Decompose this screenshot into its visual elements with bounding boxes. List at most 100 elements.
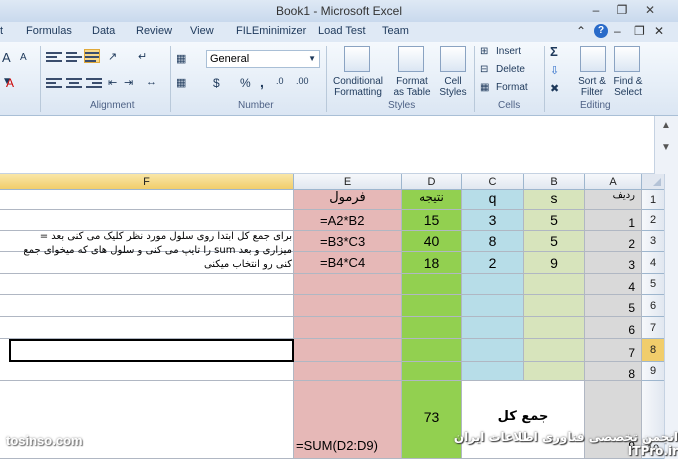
cell-d7[interactable] [402,317,462,339]
cell-b3[interactable]: 5 [524,231,585,252]
window-minimize-icon[interactable]: – [614,24,621,38]
align-right-icon[interactable] [86,76,102,90]
decrease-indent-icon[interactable]: ⇤ [108,76,117,89]
cell-e10[interactable]: =SUM(D2:D9) [294,381,402,459]
format-as-table-icon[interactable] [398,46,424,72]
close-button[interactable]: ✕ [640,2,660,19]
row-header-3[interactable]: 3 [642,231,664,252]
cell-e9[interactable] [294,362,402,381]
autosum-icon[interactable]: Σ [550,44,558,59]
percent-button[interactable]: % [240,76,251,90]
tab-partial[interactable]: t [0,25,3,37]
minimize-ribbon-icon[interactable]: ⌃ [576,24,586,38]
tab-fileminimizer[interactable]: FILEminimizer [236,25,306,37]
select-all-corner[interactable] [642,174,664,190]
restore-button[interactable]: ❐ [612,2,632,19]
cell-d6[interactable] [402,295,462,317]
cell-d9[interactable] [402,362,462,381]
window-restore-icon[interactable]: ❐ [634,24,645,38]
row-header-4[interactable]: 4 [642,252,664,274]
tab-review[interactable]: Review [136,25,172,37]
increase-indent-icon[interactable]: ⇥ [124,76,133,89]
cell-c1[interactable]: q [462,190,524,210]
grow-font-icon[interactable]: A [2,50,11,65]
delete-icon[interactable]: ⊟ [480,64,488,75]
cell-e8[interactable] [294,339,402,362]
formula-bar-scroll[interactable]: ▲ ▼ [654,116,678,174]
top-align-icon[interactable] [46,50,62,64]
cell-d1[interactable]: نتیجه [402,190,462,210]
cell-c4[interactable]: 2 [462,252,524,274]
clear-icon[interactable]: ✖ [550,82,559,95]
conditional-formatting-icon[interactable] [344,46,370,72]
cell-e4[interactable]: =B4*C4 [294,252,402,274]
row-header-7[interactable]: 7 [642,317,664,339]
cell-f6[interactable] [0,295,294,317]
cell-d5[interactable] [402,274,462,295]
cell-d8[interactable] [402,339,462,362]
cell-e6[interactable] [294,295,402,317]
cell-a3[interactable]: 2 [585,231,642,252]
scroll-down-icon[interactable]: ▼ [661,142,671,153]
fill-icon[interactable]: ⇩ [550,64,559,77]
cell-e3[interactable]: =B3*C3 [294,231,402,252]
cell-c8[interactable] [462,339,524,362]
vertical-scrollbar[interactable] [664,174,678,459]
cell-c5[interactable] [462,274,524,295]
middle-align-icon[interactable] [66,50,82,64]
cell-c3[interactable]: 8 [462,231,524,252]
cell-c6[interactable] [462,295,524,317]
shrink-font-icon[interactable]: A [20,52,27,63]
cell-f2[interactable] [0,210,294,231]
wrap-text-icon[interactable]: ↵ [138,50,147,63]
cell-b2[interactable]: 5 [524,210,585,231]
conditional-formatting-button[interactable]: Conditional Formatting [330,76,386,98]
help-icon[interactable]: ? [594,24,608,38]
cell-a8[interactable]: 7 [585,339,642,362]
cell-a6[interactable]: 5 [585,295,642,317]
tab-load-test[interactable]: Load Test [318,25,366,37]
column-header-c[interactable]: C [462,174,524,190]
cell-a2[interactable]: 1 [585,210,642,231]
cell-a4[interactable]: 3 [585,252,642,274]
cell-b5[interactable] [524,274,585,295]
cell-d2[interactable]: 15 [402,210,462,231]
cell-f7[interactable] [0,317,294,339]
cell-c2[interactable]: 3 [462,210,524,231]
row-header-5[interactable]: 5 [642,274,664,295]
cell-a9[interactable]: 8 [585,362,642,381]
formula-bar-area[interactable] [0,116,654,174]
cell-e5[interactable] [294,274,402,295]
cell-a1[interactable]: ردیف [585,190,642,210]
delete-button[interactable]: Delete [496,64,525,75]
cell-b8[interactable] [524,339,585,362]
cell-styles-icon[interactable] [440,46,466,72]
insert-icon[interactable]: ⊞ [480,46,488,57]
format-button[interactable]: Format [496,82,528,93]
format-as-table-button[interactable]: Format as Table [390,76,434,98]
cell-e7[interactable] [294,317,402,339]
row-header-1[interactable]: 1 [642,190,664,210]
cell-d4[interactable]: 18 [402,252,462,274]
align-left-icon[interactable] [46,76,62,90]
column-header-f[interactable]: F [0,174,294,190]
row-header-8[interactable]: 8 [642,339,664,362]
currency-button[interactable]: $ [213,76,220,90]
scroll-up-icon[interactable]: ▲ [661,120,671,131]
insert-button[interactable]: Insert [496,46,521,57]
cell-a5[interactable]: 4 [585,274,642,295]
format-cells-icon[interactable]: ▦ [176,76,186,89]
cell-f9[interactable] [0,362,294,381]
row-header-2[interactable]: 2 [642,210,664,231]
merge-center-icon[interactable]: ↔ [146,76,157,88]
tab-view[interactable]: View [190,25,214,37]
cell-c9[interactable] [462,362,524,381]
align-center-icon[interactable] [66,76,82,90]
cell-b4[interactable]: 9 [524,252,585,274]
cell-b7[interactable] [524,317,585,339]
cell-styles-button[interactable]: Cell Styles [434,76,472,98]
sort-filter-button[interactable]: Sort & Filter [572,76,612,98]
row-header-6[interactable]: 6 [642,295,664,317]
cell-b9[interactable] [524,362,585,381]
cell-f8-selected[interactable] [9,339,294,362]
